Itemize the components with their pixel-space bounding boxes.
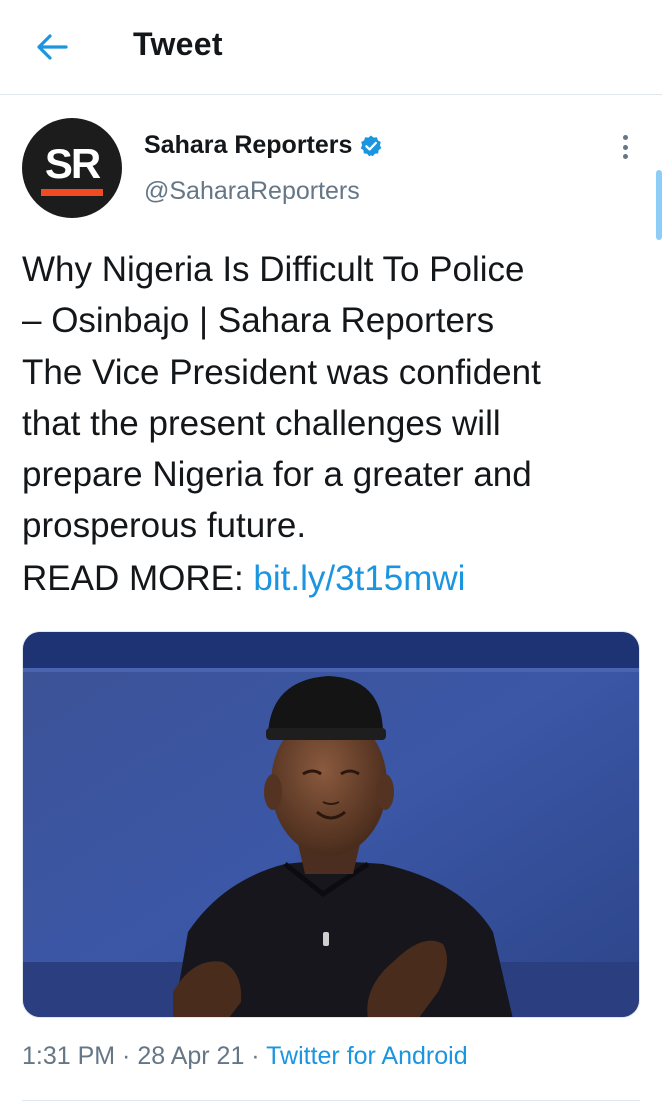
avatar[interactable]: SR	[22, 118, 122, 218]
meta-separator: ·	[244, 1042, 267, 1070]
author-handle[interactable]: @SaharaReporters	[144, 177, 360, 206]
more-dot-icon	[622, 144, 628, 150]
more-options-button[interactable]	[612, 132, 638, 162]
more-dot-icon	[622, 135, 628, 140]
avatar-logo-text: SR	[44, 139, 101, 187]
tweet-media-image[interactable]	[22, 631, 640, 1018]
back-button[interactable]	[30, 28, 74, 66]
arrow-left-icon	[37, 34, 68, 60]
speaker-photo	[23, 632, 639, 1017]
avatar-logo-bar	[41, 188, 103, 196]
top-app-bar: Tweet	[0, 0, 662, 95]
verified-badge-icon	[361, 135, 382, 156]
tweet-date: 28 Apr 21	[137, 1042, 245, 1070]
divider	[22, 1100, 640, 1101]
more-dot-icon	[622, 154, 628, 159]
tweet-source-link[interactable]: Twitter for Android	[266, 1042, 467, 1070]
scrollbar-thumb[interactable]	[656, 170, 662, 240]
tweet-link[interactable]: bit.ly/3t15mwi	[253, 559, 465, 598]
page-title: Tweet	[133, 26, 223, 62]
tweet-time: 1:31 PM	[22, 1042, 116, 1070]
author-name-row: Sahara Reporters	[144, 131, 383, 160]
tweet-body-text: Why Nigeria Is Difficult To Police – Osi…	[22, 250, 541, 546]
meta-separator: ·	[115, 1042, 138, 1070]
read-more-label: READ MORE:	[22, 559, 254, 598]
read-more-line: READ MORE: bit.ly/3t15mwi	[22, 553, 465, 604]
tweet-meta: 1:31 PM · 28 Apr 21 · Twitter for Androi…	[22, 1042, 468, 1071]
author-display-name[interactable]: Sahara Reporters	[144, 131, 352, 160]
